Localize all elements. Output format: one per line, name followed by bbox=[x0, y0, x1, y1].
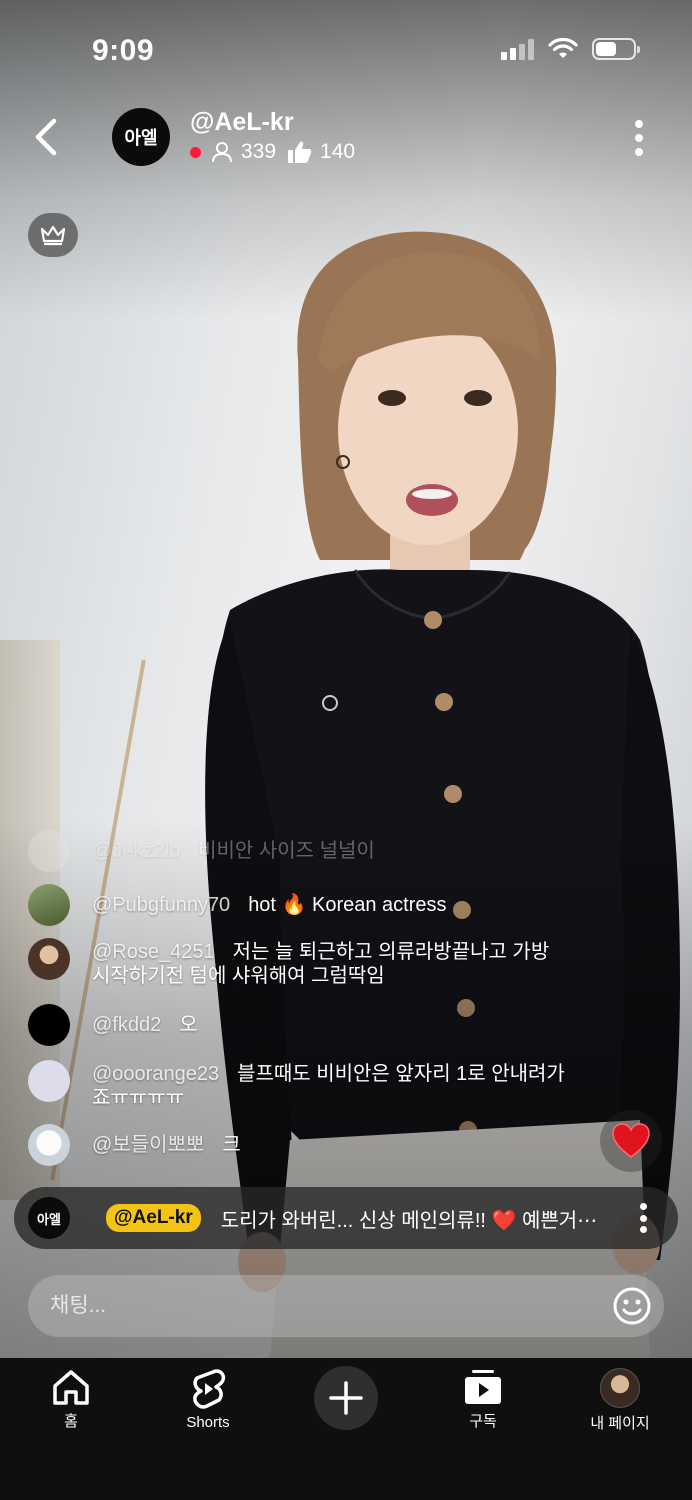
nav-my-page[interactable]: 내 페이지 bbox=[560, 1368, 680, 1433]
wifi-icon bbox=[548, 38, 578, 58]
chat-avatar[interactable] bbox=[28, 1004, 70, 1046]
nav-home[interactable]: 홈 bbox=[11, 1368, 131, 1431]
crown-icon bbox=[40, 225, 66, 246]
emoji-icon[interactable] bbox=[612, 1286, 652, 1326]
thumbs-up-icon bbox=[288, 141, 312, 163]
shorts-icon bbox=[193, 1369, 226, 1409]
chat-text: hot 🔥 Korean actress bbox=[248, 894, 447, 916]
chat-message: @Rose_4251 저는 늘 퇴근하고 의류라방끝나고 가방 시작하기전 텀에 … bbox=[28, 938, 572, 988]
pinned-text: 도리가 와버린... 신상 메인의류!! ❤️ 예쁜거⋯ bbox=[220, 1209, 598, 1232]
battery-icon bbox=[592, 38, 640, 60]
chat-username[interactable]: @Ji-kz2lb bbox=[92, 840, 180, 862]
channel-avatar-text: 아엘 bbox=[124, 128, 158, 149]
home-icon bbox=[53, 1370, 89, 1405]
subscriptions-icon bbox=[465, 1370, 501, 1404]
pinned-avatar: 아엘 bbox=[28, 1197, 70, 1239]
cellular-signal-icon bbox=[501, 38, 534, 60]
nav-shorts[interactable]: Shorts bbox=[148, 1368, 268, 1431]
live-indicator bbox=[190, 146, 201, 158]
chat-message: @ooorange23 블프때도 비비안은 앞자리 1로 안내려가죠ㅠㅠㅠㅠ bbox=[28, 1060, 572, 1110]
more-options-button[interactable] bbox=[624, 118, 654, 158]
plus-icon bbox=[329, 1381, 363, 1415]
chat-message: @fkdd2 오 bbox=[28, 1004, 572, 1046]
status-time: 9:09 bbox=[92, 34, 155, 67]
heart-icon bbox=[612, 1123, 650, 1158]
chat-avatar[interactable] bbox=[28, 830, 70, 872]
bottom-navigation: 홈 Shorts 구독 내 페이지 bbox=[0, 1358, 692, 1500]
chat-username[interactable]: @보들이뽀뽀 bbox=[92, 1134, 204, 1156]
pinned-channel-tag[interactable]: @AeL-kr bbox=[106, 1204, 201, 1232]
nav-home-label: 홈 bbox=[64, 1413, 78, 1430]
chat-username[interactable]: @ooorange23 bbox=[92, 1063, 219, 1085]
chat-username[interactable]: @Rose_4251 bbox=[92, 941, 215, 963]
like-count: 140 bbox=[320, 140, 356, 163]
create-button[interactable] bbox=[314, 1366, 378, 1430]
pinned-avatar-text: 아엘 bbox=[37, 1212, 61, 1228]
chat-message: @보들이뽀뽀 크 bbox=[28, 1124, 572, 1166]
chat-input-container bbox=[28, 1275, 664, 1337]
nav-subscriptions[interactable]: 구독 bbox=[423, 1368, 543, 1431]
pinned-more-button[interactable] bbox=[638, 1203, 648, 1233]
nav-shorts-label: Shorts bbox=[186, 1414, 230, 1431]
chat-message: @Pubgfunny70 hot 🔥 Korean actress bbox=[28, 884, 572, 926]
like-heart-button[interactable] bbox=[600, 1110, 662, 1172]
chat-username[interactable]: @Pubgfunny70 bbox=[92, 894, 230, 916]
back-button[interactable] bbox=[22, 112, 70, 162]
live-stats: 339 140 bbox=[190, 140, 365, 164]
crown-button[interactable] bbox=[28, 213, 78, 257]
status-icons bbox=[501, 38, 640, 60]
channel-avatar[interactable]: 아엘 bbox=[112, 108, 170, 166]
chat-avatar[interactable] bbox=[28, 1124, 70, 1166]
profile-avatar bbox=[600, 1368, 640, 1408]
chat-avatar[interactable] bbox=[28, 938, 70, 980]
chat-input[interactable] bbox=[50, 1294, 590, 1318]
chat-avatar[interactable] bbox=[28, 884, 70, 926]
chat-avatar[interactable] bbox=[28, 1060, 70, 1102]
nav-my-page-label: 내 페이지 bbox=[590, 1415, 650, 1432]
chevron-left-icon bbox=[35, 118, 57, 156]
viewer-icon bbox=[212, 142, 232, 163]
channel-name[interactable]: @AeL-kr bbox=[190, 108, 294, 137]
chat-message: @Ji-kz2lb 비비안 사이즈 널널이 bbox=[28, 830, 572, 872]
chat-username[interactable]: @fkdd2 bbox=[92, 1014, 161, 1036]
chat-text: 오 bbox=[179, 1014, 198, 1036]
pinned-message[interactable]: 아엘 @AeL-kr 도리가 와버린... 신상 메인의류!! ❤️ 예쁜거⋯ bbox=[14, 1187, 678, 1249]
viewer-count: 339 bbox=[241, 140, 277, 163]
chat-text: 비비안 사이즈 널널이 bbox=[198, 840, 375, 862]
chat-text: 크 bbox=[222, 1134, 241, 1156]
nav-subscriptions-label: 구독 bbox=[469, 1413, 497, 1430]
